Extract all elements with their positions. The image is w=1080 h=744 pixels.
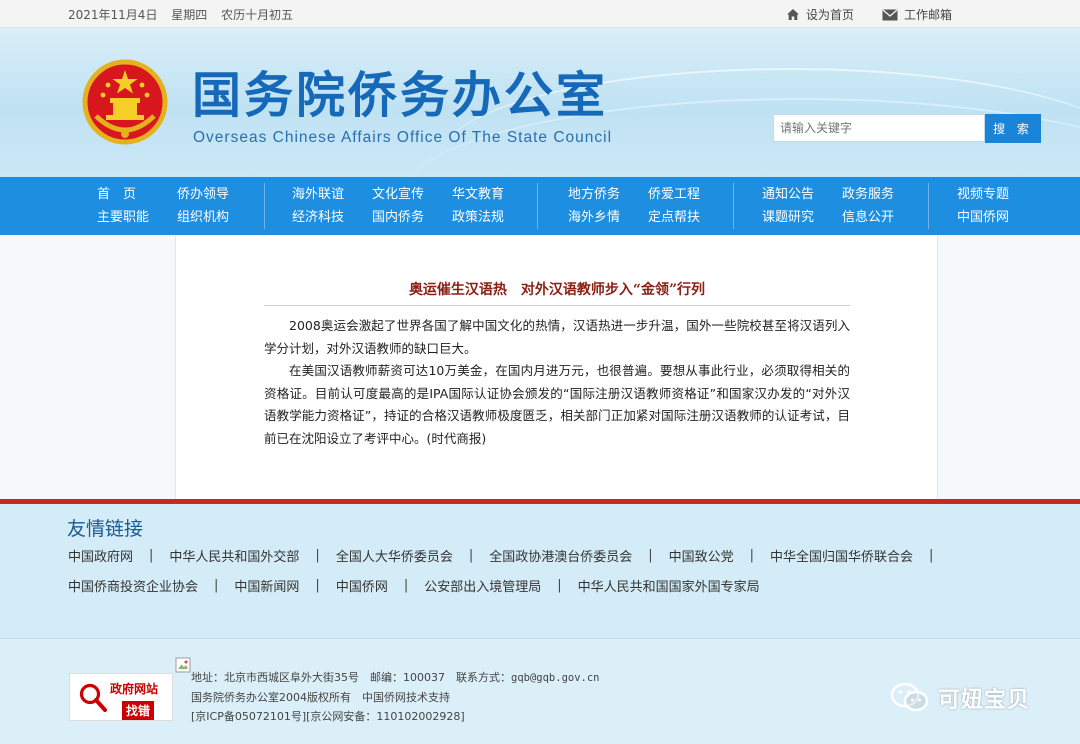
nav-group-2: 海外联谊 经济科技 文化宣传 国内侨务 华文教育 政策法规 [292,177,504,235]
site-title-english: Overseas Chinese Affairs Office Of The S… [193,129,613,146]
link-chinaqw[interactable]: 中国侨网 [336,576,388,595]
link-zhigong-party[interactable]: 中国致公党 [669,546,734,565]
right-side-panel [937,235,1080,499]
nav-item-leaders[interactable]: 侨办领导 [177,183,229,206]
work-mail-link[interactable]: 工作邮箱 [882,6,952,23]
article-title: 奥运催生汉语热 对外汉语教师步入“金领”行列 [408,282,706,298]
link-exit-entry-bureau[interactable]: 公安部出入境管理局 [424,576,541,595]
nav-item-chinaqw[interactable]: 中国侨网 [957,206,1009,229]
magnifier-icon [79,683,107,712]
nav-item-targeted-aid[interactable]: 定点帮扶 [648,206,700,229]
site-title-chinese[interactable]: 国务院侨务办公室 [192,66,608,126]
nav-item-chinese-education[interactable]: 华文教育 [452,183,504,206]
nav-item-organization[interactable]: 组织机构 [177,206,229,229]
nav-divider [537,183,538,229]
article-title-divider [264,305,850,306]
nav-item-main-functions[interactable]: 主要职能 [97,206,149,229]
nav-item-announcements[interactable]: 通知公告 [762,183,814,206]
wechat-account-name: 可妞宝贝 [938,688,1031,713]
nav-group-3: 地方侨务 海外乡情 侨爱工程 定点帮扶 [568,177,700,235]
main-navigation: 首 页 主要职能 侨办领导 组织机构 海外联谊 经济科技 文化宣传 国内侨务 华… [0,177,1080,235]
set-homepage-label: 设为首页 [805,8,854,22]
nav-item-policy-law[interactable]: 政策法规 [452,206,504,229]
friend-links-row-2: 中国侨商投资企业协会 | 中国新闻网 | 中国侨网 | 公安部出入境管理局 | 中华人民… [68,576,760,595]
home-icon [786,9,799,20]
nav-item-overseas-liaison[interactable]: 海外联谊 [292,183,344,206]
nav-divider [733,183,734,229]
broken-image-icon [175,657,191,673]
link-mfa[interactable]: 中华人民共和国外交部 [169,546,299,565]
nav-item-research[interactable]: 课题研究 [762,206,814,229]
nav-item-info-disclosure[interactable]: 信息公开 [842,206,894,229]
link-acfroc[interactable]: 中华全国归国华侨联合会 [770,546,913,565]
footer-info: 地址：北京市西城区阜外大街35号 邮编：100037 联系方式：gqb@gqb.… [191,668,600,726]
article-section: 奥运催生汉语热 对外汉语教师步入“金领”行列 2008奥运会激起了世界各国了解中… [0,235,1080,499]
nav-item-government-services[interactable]: 政务服务 [842,183,894,206]
left-side-panel [0,235,176,499]
national-emblem-logo[interactable] [82,58,168,148]
badge-label-top: 政府网站 [110,682,159,696]
footer-zip: 100037 [403,671,445,684]
badge-label-bottom: 找错 [122,701,155,720]
article-paragraph: 在美国汉语教师薪资可达10万美金，在国内月进万元，也很普遍。要想从事此行业，必须… [264,363,850,446]
footer-registration-line: [京ICP备05072101号][京公网安备：110102002928] [191,707,600,726]
nav-item-overseas-hometown[interactable]: 海外乡情 [568,206,620,229]
wechat-watermark: 可妞宝贝 [890,681,1030,715]
site-header: 国务院侨务办公室 Overseas Chinese Affairs Office… [0,28,1080,177]
link-foreign-experts-bureau[interactable]: 中华人民共和国国家外国专家局 [578,576,760,595]
lunar-date-text: 农历十月初五 [221,8,294,22]
friend-links-heading: 友情链接 [67,518,144,540]
link-cppcc-committee[interactable]: 全国政协港澳台侨委员会 [489,546,632,565]
nav-item-economy-tech[interactable]: 经济科技 [292,206,344,229]
link-npc-overseas-committee[interactable]: 全国人大华侨委员会 [336,546,453,565]
gov-site-error-report-badge[interactable]: 政府网站 找错 [69,673,173,721]
search-bar: 搜 索 [773,114,1041,143]
friend-links-row-1: 中国政府网 | 中华人民共和国外交部 | 全国人大华侨委员会 | 全国政协港澳台侨委员… [68,546,934,565]
site-footer: 政府网站 找错 地址：北京市西城区阜外大街35号 邮编：100037 联系方式：… [0,638,1080,744]
footer-address: 北京市西城区阜外大街35号 [224,671,359,684]
search-input[interactable] [773,114,985,142]
article-body: 2008奥运会激起了世界各国了解中国文化的热情，汉语热进一步升温，国外一些院校甚… [264,315,850,450]
footer-police-link[interactable]: [京公网安备：110102002928] [306,710,465,723]
nav-item-local-affairs[interactable]: 地方侨务 [568,183,620,206]
nav-item-video-topics[interactable]: 视频专题 [957,183,1009,206]
nav-group-1: 首 页 主要职能 侨办领导 组织机构 [97,177,229,235]
date-text: 2021年11月4日 [68,8,158,22]
footer-contact-email[interactable]: gqb@gqb.gov.cn [511,672,600,684]
set-homepage-link[interactable]: 设为首页 [786,6,854,23]
nav-item-domestic-affairs[interactable]: 国内侨务 [372,206,424,229]
nav-divider [264,183,265,229]
link-chinanews[interactable]: 中国新闻网 [234,576,299,595]
footer-copyright: 国务院侨务办公室2004版权所有 中国侨网技术支持 [191,691,450,704]
nav-group-4: 通知公告 课题研究 政务服务 信息公开 [762,177,894,235]
article-paragraph: 2008奥运会激起了世界各国了解中国文化的热情，汉语热进一步升温，国外一些院校甚… [264,318,850,356]
link-investment-association[interactable]: 中国侨商投资企业协会 [68,576,198,595]
top-utility-bar: 2021年11月4日 星期四 农历十月初五 设为首页 工作邮箱 [0,0,1080,28]
nav-item-love-project[interactable]: 侨爱工程 [648,183,700,206]
friend-links-section: 友情链接 中国政府网 | 中华人民共和国外交部 | 全国人大华侨委员会 | 全国政协港… [0,504,1080,638]
nav-group-5: 视频专题 中国侨网 [957,177,1009,235]
nav-item-culture-publicity[interactable]: 文化宣传 [372,183,424,206]
weekday-text: 星期四 [171,8,208,22]
nav-divider [928,183,929,229]
wechat-icon [890,682,929,712]
search-button[interactable]: 搜 索 [985,114,1041,143]
link-gov-cn[interactable]: 中国政府网 [68,546,133,565]
mail-icon [882,8,898,20]
work-mail-label: 工作邮箱 [903,8,952,22]
date-display: 2021年11月4日 星期四 农历十月初五 [68,6,303,23]
nav-item-home[interactable]: 首 页 [97,183,149,206]
footer-address-line: 地址：北京市西城区阜外大街35号 邮编：100037 联系方式：gqb@gqb.… [191,671,600,684]
footer-icp-link[interactable]: [京ICP备05072101号] [191,710,306,723]
